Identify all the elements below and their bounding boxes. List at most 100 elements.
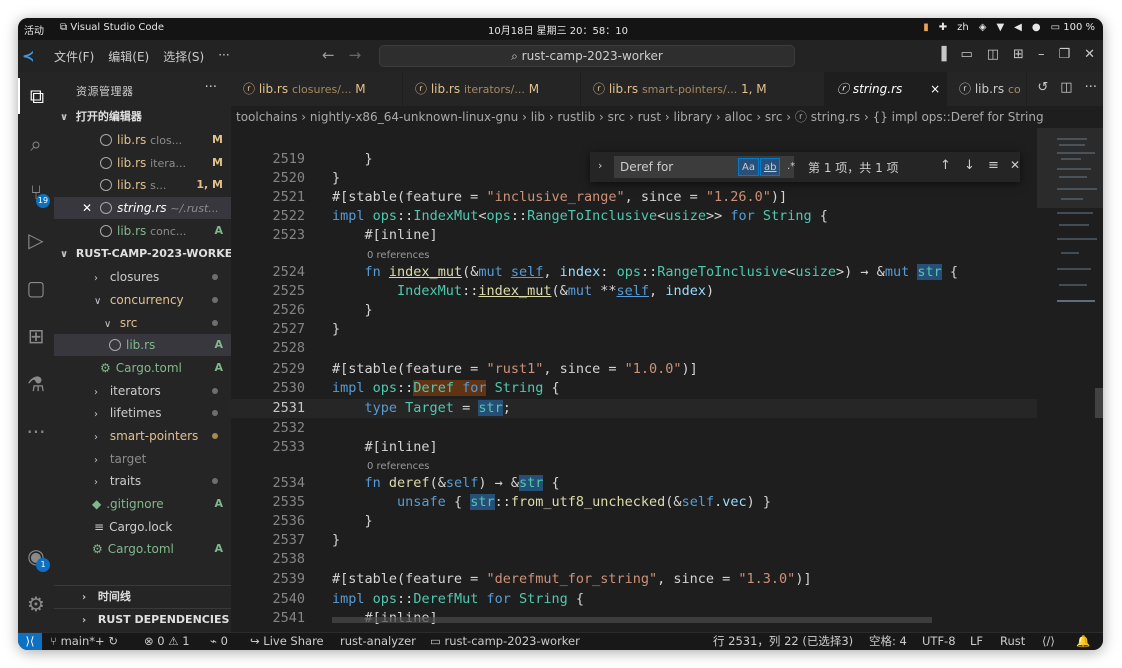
- volume-icon[interactable]: ◀: [1014, 22, 1022, 33]
- close-find-icon[interactable]: ✕: [1010, 158, 1020, 172]
- remote-explorer-icon[interactable]: ▢: [18, 270, 54, 306]
- remote-indicator-icon[interactable]: ⟩⟨: [18, 633, 42, 650]
- toggle-primary-sidebar-icon[interactable]: ▐: [936, 47, 946, 62]
- tab-lib-iterators[interactable]: ⓡ lib.rs iterators/... M: [403, 72, 581, 106]
- battery-level[interactable]: ▭ 100 %: [1051, 22, 1095, 33]
- indentation[interactable]: 空格: 4: [869, 633, 907, 650]
- language-mode[interactable]: Rust: [1000, 633, 1025, 650]
- tab-lib-closures[interactable]: ⓡ lib.rs closures/... M: [231, 72, 403, 106]
- git-branch[interactable]: ⑂ main*+ ↻: [50, 633, 118, 650]
- tab-close-icon[interactable]: ×: [930, 82, 940, 96]
- tab-string-rs[interactable]: ⓡ string.rs ×: [825, 72, 947, 106]
- tree-file[interactable]: ⚙ Cargo.toml A: [54, 538, 231, 560]
- open-editors-header[interactable]: ∨ 打开的编辑器: [54, 106, 231, 128]
- tree-folder[interactable]: ∨ src: [54, 312, 231, 334]
- menu-edit[interactable]: 编辑(E): [108, 48, 149, 65]
- tree-folder[interactable]: › lifetimes: [54, 402, 231, 424]
- editor-more-actions-icon[interactable]: ···: [1085, 80, 1097, 95]
- open-editor-item-active[interactable]: ✕ string.rs ~/.rust...: [54, 197, 231, 219]
- code-lens-references[interactable]: 0 references: [367, 459, 430, 474]
- activities-button[interactable]: 活动: [24, 22, 44, 37]
- run-debug-icon[interactable]: ▷: [18, 222, 54, 258]
- system-clock[interactable]: 10月18日 星期三 20：58：10: [488, 22, 628, 37]
- tab-lib-smart-pointers[interactable]: ⓡ lib.rs smart-pointers/... 1, M: [581, 72, 825, 106]
- back-arrow-icon[interactable]: ←: [322, 46, 335, 64]
- pin-icon[interactable]: ✚: [939, 22, 947, 33]
- menu-more[interactable]: ···: [218, 48, 229, 65]
- customize-layout-icon[interactable]: ⊞: [1013, 47, 1024, 62]
- tree-folder[interactable]: › closures: [54, 266, 231, 288]
- use-regex-toggle[interactable]: .*: [784, 158, 798, 176]
- encoding[interactable]: UTF-8: [922, 633, 956, 650]
- rust-dependencies-header[interactable]: › RUST DEPENDENCIES: [54, 608, 231, 630]
- tab-status: M: [355, 82, 366, 96]
- cursor-position[interactable]: 行 2531，列 22 (已选择3): [713, 633, 853, 650]
- minimize-window-icon[interactable]: –: [1038, 47, 1045, 62]
- explorer-more-icon[interactable]: ···: [205, 80, 217, 95]
- app-name[interactable]: ⧉ Visual Studio Code: [60, 22, 164, 37]
- tree-folder[interactable]: ∨ concurrency: [54, 289, 231, 311]
- tree-file[interactable]: ⚙ Cargo.toml A: [54, 357, 231, 379]
- close-editor-icon[interactable]: ✕: [82, 201, 92, 215]
- wifi-icon[interactable]: ▼: [996, 22, 1004, 33]
- timeline-header[interactable]: › 时间线: [54, 585, 231, 607]
- more-views-icon[interactable]: ···: [18, 414, 54, 450]
- match-case-toggle[interactable]: Aa: [738, 158, 759, 176]
- next-match-icon[interactable]: ↓: [964, 158, 975, 173]
- tree-folder[interactable]: › traits: [54, 470, 231, 492]
- tree-file[interactable]: ≡ Cargo.lock: [54, 516, 231, 538]
- forward-arrow-icon[interactable]: →: [349, 46, 362, 64]
- input-method[interactable]: zh: [957, 22, 969, 33]
- code-editor[interactable]: 2519 } 2520} 2521 #[stable(feature = "inc…: [231, 128, 1037, 624]
- find-in-selection-icon[interactable]: ≡: [988, 158, 999, 173]
- end-of-line[interactable]: LF: [970, 633, 983, 650]
- workspace-indicator[interactable]: ▭ rust-camp-2023-worker: [430, 633, 580, 650]
- rust-analyzer-status[interactable]: rust-analyzer: [340, 633, 416, 650]
- horizontal-scrollbar[interactable]: [332, 617, 932, 623]
- tree-file-selected[interactable]: lib.rs A: [54, 334, 231, 356]
- breadcrumb[interactable]: toolchains › nightly-x86_64-unknown-linu…: [231, 106, 1103, 128]
- minimap[interactable]: [1037, 128, 1103, 624]
- search-view-icon[interactable]: ⌕: [18, 126, 54, 162]
- open-editor-item[interactable]: lib.rs conc... A: [54, 220, 231, 242]
- timeline-history-icon[interactable]: ↺: [1037, 80, 1048, 95]
- tree-folder[interactable]: › iterators: [54, 380, 231, 402]
- split-editor-icon[interactable]: ◫: [1060, 80, 1072, 95]
- tab-lib-concurrency[interactable]: ⓡ lib.rs co: [947, 72, 1027, 106]
- close-window-icon[interactable]: ✕: [1084, 47, 1095, 62]
- account-icon[interactable]: ◉ 1: [18, 538, 54, 574]
- command-center-search[interactable]: ⌕ rust-camp-2023-worker: [379, 45, 795, 67]
- extensions-icon[interactable]: ⊞: [18, 318, 54, 354]
- tree-file[interactable]: ◆ .gitignore A: [54, 493, 231, 515]
- testing-icon[interactable]: ⚗: [18, 366, 54, 402]
- open-editor-item[interactable]: lib.rs itera... M: [54, 152, 231, 174]
- toggle-panel-icon[interactable]: ▭: [960, 47, 972, 62]
- network-icon[interactable]: ◈: [979, 22, 987, 33]
- source-control-icon[interactable]: ⑂ 19: [18, 174, 54, 210]
- open-editor-item[interactable]: lib.rs s... 1, M: [54, 174, 231, 196]
- problems-indicator[interactable]: ⊗ 0 ⚠ 1: [144, 633, 190, 650]
- vertical-scrollbar-thumb[interactable]: [1095, 388, 1103, 418]
- tab-dir: iterators/...: [463, 83, 525, 96]
- toggle-secondary-sidebar-icon[interactable]: ◫: [987, 47, 999, 62]
- tree-folder[interactable]: › smart-pointers: [54, 425, 231, 447]
- tree-folder[interactable]: › target: [54, 448, 231, 470]
- settings-gear-icon[interactable]: ⚙: [18, 586, 54, 622]
- match-whole-word-toggle[interactable]: ab: [760, 158, 781, 176]
- menu-file[interactable]: 文件(F): [54, 48, 94, 65]
- project-folder-header[interactable]: ∨ RUST-CAMP-2023-WORKER: [54, 243, 231, 265]
- explorer-icon[interactable]: ⧉: [18, 78, 54, 114]
- copilot-icon[interactable]: ⟨/⟩: [1042, 633, 1055, 650]
- toggle-replace-chevron-icon[interactable]: ›: [598, 159, 602, 172]
- microphone-icon[interactable]: ●: [1032, 22, 1041, 33]
- code-lens-references[interactable]: 0 references: [367, 248, 430, 263]
- previous-match-icon[interactable]: ↑: [940, 158, 951, 173]
- restore-window-icon[interactable]: ❐: [1058, 47, 1070, 62]
- menu-selection[interactable]: 选择(S): [163, 48, 204, 65]
- indicator-icon[interactable]: ▮: [923, 22, 929, 33]
- ports-indicator[interactable]: ⌁ 0: [210, 633, 228, 650]
- minimap-slider[interactable]: [1037, 128, 1103, 208]
- live-share-button[interactable]: ↪ Live Share: [250, 633, 324, 650]
- notifications-bell-icon[interactable]: 🔔: [1076, 633, 1090, 650]
- open-editor-item[interactable]: lib.rs clos... M: [54, 129, 231, 151]
